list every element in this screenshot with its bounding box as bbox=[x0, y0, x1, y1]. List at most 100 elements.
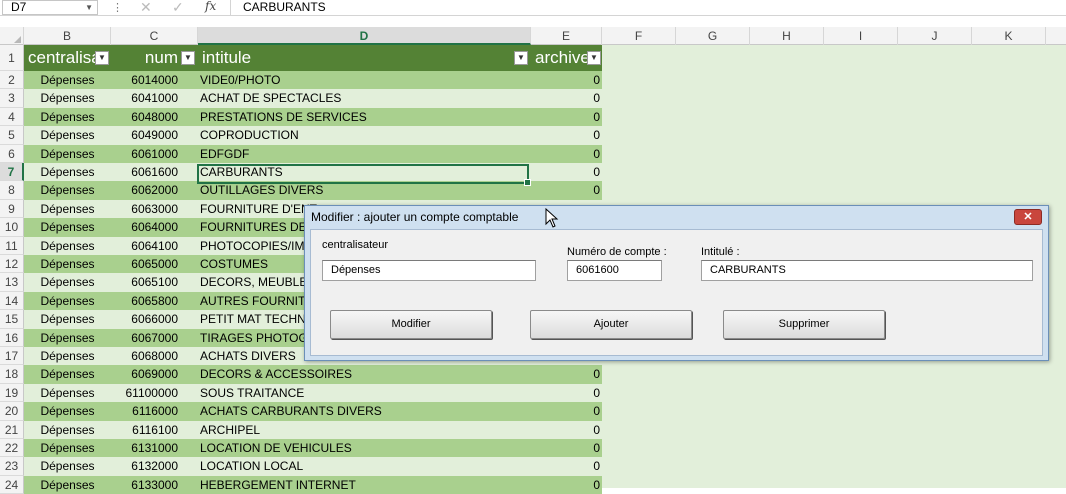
row-header[interactable]: 1 bbox=[0, 45, 24, 71]
cell-num[interactable]: 6049000 bbox=[111, 126, 198, 144]
row-header[interactable]: 17 bbox=[0, 347, 24, 366]
centralisateur-field[interactable]: Dépenses bbox=[322, 260, 536, 281]
cell-archive[interactable]: 0 bbox=[531, 163, 602, 181]
cell-archive[interactable]: 0 bbox=[531, 457, 602, 475]
cell-centralisateur[interactable]: Dépenses bbox=[24, 237, 111, 255]
table-row[interactable]: Dépenses 6049000 COPRODUCTION 0 bbox=[24, 126, 602, 145]
cell-archive[interactable]: 0 bbox=[531, 108, 602, 126]
filter-dropdown-icon[interactable]: ▼ bbox=[95, 51, 109, 65]
cell-num[interactable]: 6064000 bbox=[111, 218, 198, 236]
cell-centralisateur[interactable]: Dépenses bbox=[24, 329, 111, 347]
cell-num[interactable]: 6066000 bbox=[111, 310, 198, 328]
dialog-title[interactable]: Modifier : ajouter un compte comptable bbox=[305, 206, 1048, 229]
row-header[interactable]: 13 bbox=[0, 273, 24, 292]
row-header[interactable]: 16 bbox=[0, 328, 24, 347]
cell-intitule[interactable]: ACHATS CARBURANTS DIVERS bbox=[198, 402, 531, 420]
filter-dropdown-icon[interactable]: ▼ bbox=[587, 51, 601, 65]
row-header[interactable]: 9 bbox=[0, 199, 24, 219]
cell-centralisateur[interactable]: Dépenses bbox=[24, 402, 111, 420]
row-header[interactable]: 24 bbox=[0, 475, 24, 494]
cell-num[interactable]: 6132000 bbox=[111, 457, 198, 475]
cell-intitule[interactable]: VIDE0/PHOTO bbox=[198, 71, 531, 89]
cell-intitule[interactable]: LOCATION LOCAL bbox=[198, 457, 531, 475]
cell-archive[interactable]: 0 bbox=[531, 365, 602, 383]
column-header-g[interactable]: G bbox=[676, 27, 750, 45]
cell-intitule[interactable]: ACHAT DE SPECTACLES bbox=[198, 89, 531, 107]
row-header[interactable]: 23 bbox=[0, 457, 24, 476]
cell-intitule[interactable]: COPRODUCTION bbox=[198, 126, 531, 144]
table-row[interactable]: Dépenses 6116000 ACHATS CARBURANTS DIVERS 0 bbox=[24, 402, 602, 421]
cell-num[interactable]: 6068000 bbox=[111, 347, 198, 365]
cell-num[interactable]: 6065000 bbox=[111, 255, 198, 273]
cell-num[interactable]: 6116100 bbox=[111, 421, 198, 439]
cell-centralisateur[interactable]: Dépenses bbox=[24, 71, 111, 89]
table-row[interactable]: Dépenses 6131000 LOCATION DE VEHICULES 0 bbox=[24, 439, 602, 458]
cell-centralisateur[interactable]: Dépenses bbox=[24, 218, 111, 236]
cell-centralisateur[interactable]: Dépenses bbox=[24, 476, 111, 494]
cell-num[interactable]: 6063000 bbox=[111, 200, 198, 218]
ajouter-button[interactable]: Ajouter bbox=[530, 310, 692, 339]
cell-num[interactable]: 6069000 bbox=[111, 365, 198, 383]
row-header[interactable]: 14 bbox=[0, 291, 24, 311]
cell-centralisateur[interactable]: Dépenses bbox=[24, 310, 111, 328]
name-box[interactable]: D7 ▼ bbox=[2, 0, 98, 15]
row-header[interactable]: 21 bbox=[0, 420, 24, 439]
filter-dropdown-icon[interactable]: ▼ bbox=[181, 51, 195, 65]
close-icon[interactable]: ✕ bbox=[1014, 209, 1042, 225]
cell-archive[interactable]: 0 bbox=[531, 439, 602, 457]
cell-archive[interactable]: 0 bbox=[531, 181, 602, 199]
cell-num[interactable]: 6014000 bbox=[111, 71, 198, 89]
column-header-k[interactable]: K bbox=[972, 27, 1046, 45]
cell-archive[interactable]: 0 bbox=[531, 402, 602, 420]
table-row[interactable]: Dépenses 6061000 EDFGDF 0 bbox=[24, 144, 602, 163]
cell-centralisateur[interactable]: Dépenses bbox=[24, 200, 111, 218]
cell-intitule[interactable]: OUTILLAGES DIVERS bbox=[198, 181, 531, 199]
column-header-e[interactable]: E bbox=[531, 27, 602, 45]
table-row[interactable]: Dépenses 6116100 ARCHIPEL 0 bbox=[24, 420, 602, 439]
cell-centralisateur[interactable]: Dépenses bbox=[24, 292, 111, 310]
row-header[interactable]: 12 bbox=[0, 255, 24, 274]
cell-centralisateur[interactable]: Dépenses bbox=[24, 365, 111, 383]
row-header[interactable]: 5 bbox=[0, 126, 24, 145]
cell-centralisateur[interactable]: Dépenses bbox=[24, 421, 111, 439]
modifier-button[interactable]: Modifier bbox=[330, 310, 492, 339]
cell-archive[interactable]: 0 bbox=[531, 384, 602, 402]
cell-intitule[interactable]: PRESTATIONS DE SERVICES bbox=[198, 108, 531, 126]
row-header[interactable]: 2 bbox=[0, 71, 24, 90]
cell-archive[interactable]: 0 bbox=[531, 126, 602, 144]
table-row[interactable]: Dépenses 6069000 DECORS & ACCESSOIRES 0 bbox=[24, 365, 602, 384]
cell-archive[interactable]: 0 bbox=[531, 71, 602, 89]
row-header[interactable]: 11 bbox=[0, 236, 24, 255]
cell-centralisateur[interactable]: Dépenses bbox=[24, 439, 111, 457]
intitule-field[interactable]: CARBURANTS bbox=[701, 260, 1033, 281]
cancel-icon[interactable]: ✕ bbox=[140, 0, 152, 16]
cell-intitule[interactable]: ARCHIPEL bbox=[198, 421, 531, 439]
cell-num[interactable]: 6133000 bbox=[111, 476, 198, 494]
cell-centralisateur[interactable]: Dépenses bbox=[24, 181, 111, 199]
formula-input[interactable]: CARBURANTS bbox=[230, 0, 1066, 15]
row-header[interactable]: 7 bbox=[0, 163, 24, 182]
table-row[interactable]: Dépenses 6133000 HEBERGEMENT INTERNET 0 bbox=[24, 475, 602, 494]
cell-num[interactable]: 6061600 bbox=[111, 163, 198, 181]
column-header-d[interactable]: D bbox=[198, 27, 531, 45]
row-header[interactable]: 8 bbox=[0, 181, 24, 200]
cell-intitule[interactable]: DECORS & ACCESSOIRES bbox=[198, 365, 531, 383]
cell-archive[interactable]: 0 bbox=[531, 421, 602, 439]
column-header-j[interactable]: J bbox=[898, 27, 972, 45]
row-header[interactable]: 15 bbox=[0, 310, 24, 329]
cell-centralisateur[interactable]: Dépenses bbox=[24, 457, 111, 475]
cell-archive[interactable]: 0 bbox=[531, 476, 602, 494]
row-header[interactable]: 3 bbox=[0, 89, 24, 108]
cell-num[interactable]: 6131000 bbox=[111, 439, 198, 457]
column-header-b[interactable]: B bbox=[24, 27, 111, 45]
row-header[interactable]: 18 bbox=[0, 365, 24, 384]
cell-intitule[interactable]: LOCATION DE VEHICULES bbox=[198, 439, 531, 457]
row-header[interactable]: 10 bbox=[0, 218, 24, 237]
column-header-h[interactable]: H bbox=[750, 27, 824, 45]
cell-num[interactable]: 6065800 bbox=[111, 292, 198, 310]
cell-centralisateur[interactable]: Dépenses bbox=[24, 108, 111, 126]
row-header[interactable]: 20 bbox=[0, 402, 24, 421]
row-header[interactable]: 6 bbox=[0, 144, 24, 163]
chevron-down-icon[interactable]: ▼ bbox=[85, 1, 93, 14]
table-row[interactable]: Dépenses 6041000 ACHAT DE SPECTACLES 0 bbox=[24, 89, 602, 108]
